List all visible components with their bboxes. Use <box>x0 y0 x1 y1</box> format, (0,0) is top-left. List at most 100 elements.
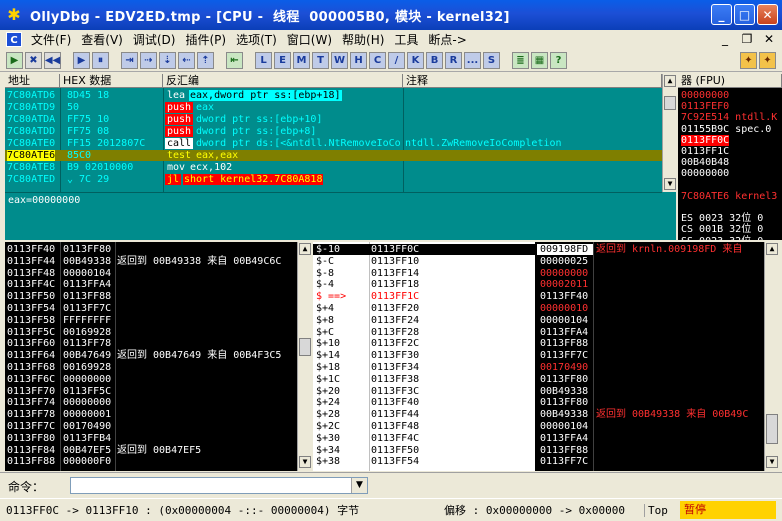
menu-help[interactable]: 帮助(H) <box>337 31 389 48</box>
register-line[interactable]: ES 0023 32位 0 <box>681 213 763 224</box>
dump-scrollbar[interactable]: ▲ ▼ <box>297 242 311 471</box>
dump-row[interactable]: 0113FF40 0113FF80 <box>5 244 297 255</box>
restart-icon[interactable]: ✖ <box>25 51 42 69</box>
stack-offset-row[interactable]: $+38 0113FF54 <box>313 456 535 467</box>
options-icon[interactable]: ≣ <box>512 51 529 69</box>
menu-view[interactable]: 查看(V) <box>76 31 128 48</box>
menu-plugins[interactable]: 插件(P) <box>180 31 231 48</box>
close-program-icon[interactable]: ◀◀ <box>44 51 61 69</box>
menu-options[interactable]: 选项(T) <box>231 31 282 48</box>
stack-value-row[interactable]: 00000000 <box>537 268 764 279</box>
dump-row[interactable]: 0113FF84 00B47EF5 返回到 00B47EF5 <box>5 445 297 456</box>
scroll-down-icon[interactable]: ▼ <box>664 178 676 190</box>
stack-value-row[interactable]: 0113FFA4 <box>537 327 764 338</box>
menu-file[interactable]: 文件(F) <box>26 31 76 48</box>
stack-offset-row[interactable]: $+10 0113FF2C <box>313 338 535 349</box>
register-line[interactable]: 0113FF0C <box>681 134 730 146</box>
stack-value-row[interactable]: 00000104 <box>537 315 764 326</box>
dump-row[interactable]: 0113FF64 00B47649 返回到 00B47649 来自 00B4F3C5 <box>5 350 297 361</box>
register-line[interactable]: 7C92E514 ntdll.K <box>681 112 777 123</box>
disasm-scrollbar[interactable]: ▲ ▼ <box>662 74 676 192</box>
scroll-thumb[interactable] <box>299 338 311 356</box>
stack-pane[interactable]: $-10 0113FF0C $-C 0113FF10 $-8 0113FF14 $-4 011… <box>313 242 778 471</box>
stack-offset-row[interactable]: $+8 0113FF24 <box>313 315 535 326</box>
disasm-row[interactable]: 7C80ATDA FF75 10 push dword ptr ss:[ebp+10] <box>5 114 662 125</box>
stack-value-row[interactable]: 00170490 <box>537 362 764 373</box>
register-line[interactable]: 0113FF1C <box>681 146 729 157</box>
stack-offset-row[interactable]: $+14 0113FF30 <box>313 350 535 361</box>
step-over-icon[interactable]: ⇢ <box>140 51 157 69</box>
menu-debug[interactable]: 调试(D) <box>128 31 181 48</box>
register-line[interactable]: SS 0023 32位 0 <box>681 236 763 240</box>
dump-row[interactable]: 0113FF7C 00170490 <box>5 421 297 432</box>
stack-offset-row[interactable]: $+34 0113FF50 <box>313 445 535 456</box>
patches-button[interactable]: / <box>388 51 405 69</box>
run-trace-button[interactable]: ... <box>464 51 481 69</box>
stack-offset-row[interactable]: $-4 0113FF18 <box>313 279 535 290</box>
stack-offset-row[interactable]: $-C 0113FF10 <box>313 256 535 267</box>
stack-offset-row[interactable]: $+20 0113FF3C <box>313 386 535 397</box>
disasm-row[interactable]: 7C80ATE0 FF15 2012807C call dword ptr ds:[<… <box>5 138 662 149</box>
stack-value-row[interactable]: 00B49338 返回到 00B49338 来自 00B49C <box>537 409 764 420</box>
stack-value-row[interactable]: 00B49338 <box>537 386 764 397</box>
close-button[interactable]: ✕ <box>757 4 778 25</box>
col-header-address[interactable]: 地址 <box>5 74 60 88</box>
dump-pane[interactable]: 0113FF40 0113FF80 0113FF44 00B49338 返回到 00B4… <box>5 242 311 471</box>
stack-value-row[interactable]: 009198FD 返回到 krnln.009198FD 来自 <box>537 244 764 255</box>
dump-row[interactable]: 0113FF48 00000104 <box>5 268 297 279</box>
call-stack-button[interactable]: K <box>407 51 424 69</box>
modules-button[interactable]: E <box>274 51 291 69</box>
goto-icon[interactable]: ⇤ <box>226 51 243 69</box>
open-icon[interactable]: ▶ <box>6 51 23 69</box>
stack-value-row[interactable]: 0113FF7C <box>537 456 764 467</box>
stack-offset-row[interactable]: $+24 0113FF40 <box>313 397 535 408</box>
disasm-row[interactable]: 7C80ATD9 50 push eax <box>5 102 662 113</box>
disasm-row[interactable]: 7C80ATD6 8D45 18 lea eax,dword ptr ss:[ebp+… <box>5 90 662 101</box>
col-header-comment[interactable]: 注释 <box>403 74 662 88</box>
stack-offset-row[interactable]: $+18 0113FF34 <box>313 362 535 373</box>
stack-value-row[interactable]: 0113FF88 <box>537 338 764 349</box>
register-line[interactable]: CS 001B 32位 0 <box>681 224 763 235</box>
dump-row[interactable]: 0113FF6C 00000000 <box>5 374 297 385</box>
handles-button[interactable]: H <box>350 51 367 69</box>
stack-offset-row[interactable]: $+2C 0113FF48 <box>313 421 535 432</box>
dump-row[interactable]: 0113FF60 0113FF78 <box>5 338 297 349</box>
dump-row[interactable]: 0113FF50 0113FF88 <box>5 291 297 302</box>
dump-row[interactable]: 0113FF4C 0113FFA4 <box>5 279 297 290</box>
register-line[interactable]: 00000000 <box>681 90 729 101</box>
dump-row[interactable]: 0113FF54 0113FF7C <box>5 303 297 314</box>
registers-header[interactable]: 器 (FPU) <box>678 74 782 88</box>
pause-icon[interactable]: ⏸ <box>92 51 109 69</box>
scroll-thumb[interactable] <box>766 414 778 444</box>
stack-scrollbar[interactable]: ▲ ▼ <box>764 242 778 471</box>
stack-value-row[interactable]: 0113FF88 <box>537 445 764 456</box>
scroll-up-icon[interactable]: ▲ <box>766 243 778 255</box>
stack-offset-row[interactable]: $+28 0113FF44 <box>313 409 535 420</box>
log-window-button[interactable]: L <box>255 51 272 69</box>
run-icon[interactable]: ▶ <box>73 51 90 69</box>
mdi-minimize-button[interactable]: _ <box>716 31 734 47</box>
register-line[interactable]: 7C80ATE6 kernel3 <box>681 191 777 202</box>
stack-offset-row[interactable]: $-10 0113FF0C <box>313 244 535 255</box>
stack-value-row[interactable]: 00000104 <box>537 421 764 432</box>
scroll-down-icon[interactable]: ▼ <box>299 456 311 468</box>
windows-button[interactable]: W <box>331 51 348 69</box>
scroll-down-icon[interactable]: ▼ <box>766 456 778 468</box>
references-button[interactable]: R <box>445 51 462 69</box>
stack-value-row[interactable]: 0113FF80 <box>537 397 764 408</box>
dump-row[interactable]: 0113FF70 0113FF5C <box>5 386 297 397</box>
menu-window[interactable]: 窗口(W) <box>282 31 337 48</box>
dropdown-arrow-icon[interactable]: ▼ <box>351 478 367 493</box>
mdi-restore-button[interactable]: ❐ <box>738 31 756 47</box>
disasm-row[interactable]: 7C80ATE8 B9 02010000 mov ecx,102 <box>5 162 662 173</box>
appearance-icon[interactable]: ▦ <box>531 51 548 69</box>
stack-offset-row[interactable]: $+1C 0113FF38 <box>313 374 535 385</box>
registers-pane[interactable]: 器 (FPU) 00000000 0113FEF0 7C92E514 ntdll.K… <box>678 74 782 240</box>
stack-value-row[interactable]: 00000025 <box>537 256 764 267</box>
source-button[interactable]: S <box>483 51 500 69</box>
trace-over-icon[interactable]: ⇠ <box>178 51 195 69</box>
col-header-disasm[interactable]: 反汇编 <box>163 74 403 88</box>
stack-value-row[interactable]: 0113FF80 <box>537 374 764 385</box>
plugin-two-icon[interactable]: ✦ <box>759 52 776 69</box>
stack-value-row[interactable]: 00000010 <box>537 303 764 314</box>
